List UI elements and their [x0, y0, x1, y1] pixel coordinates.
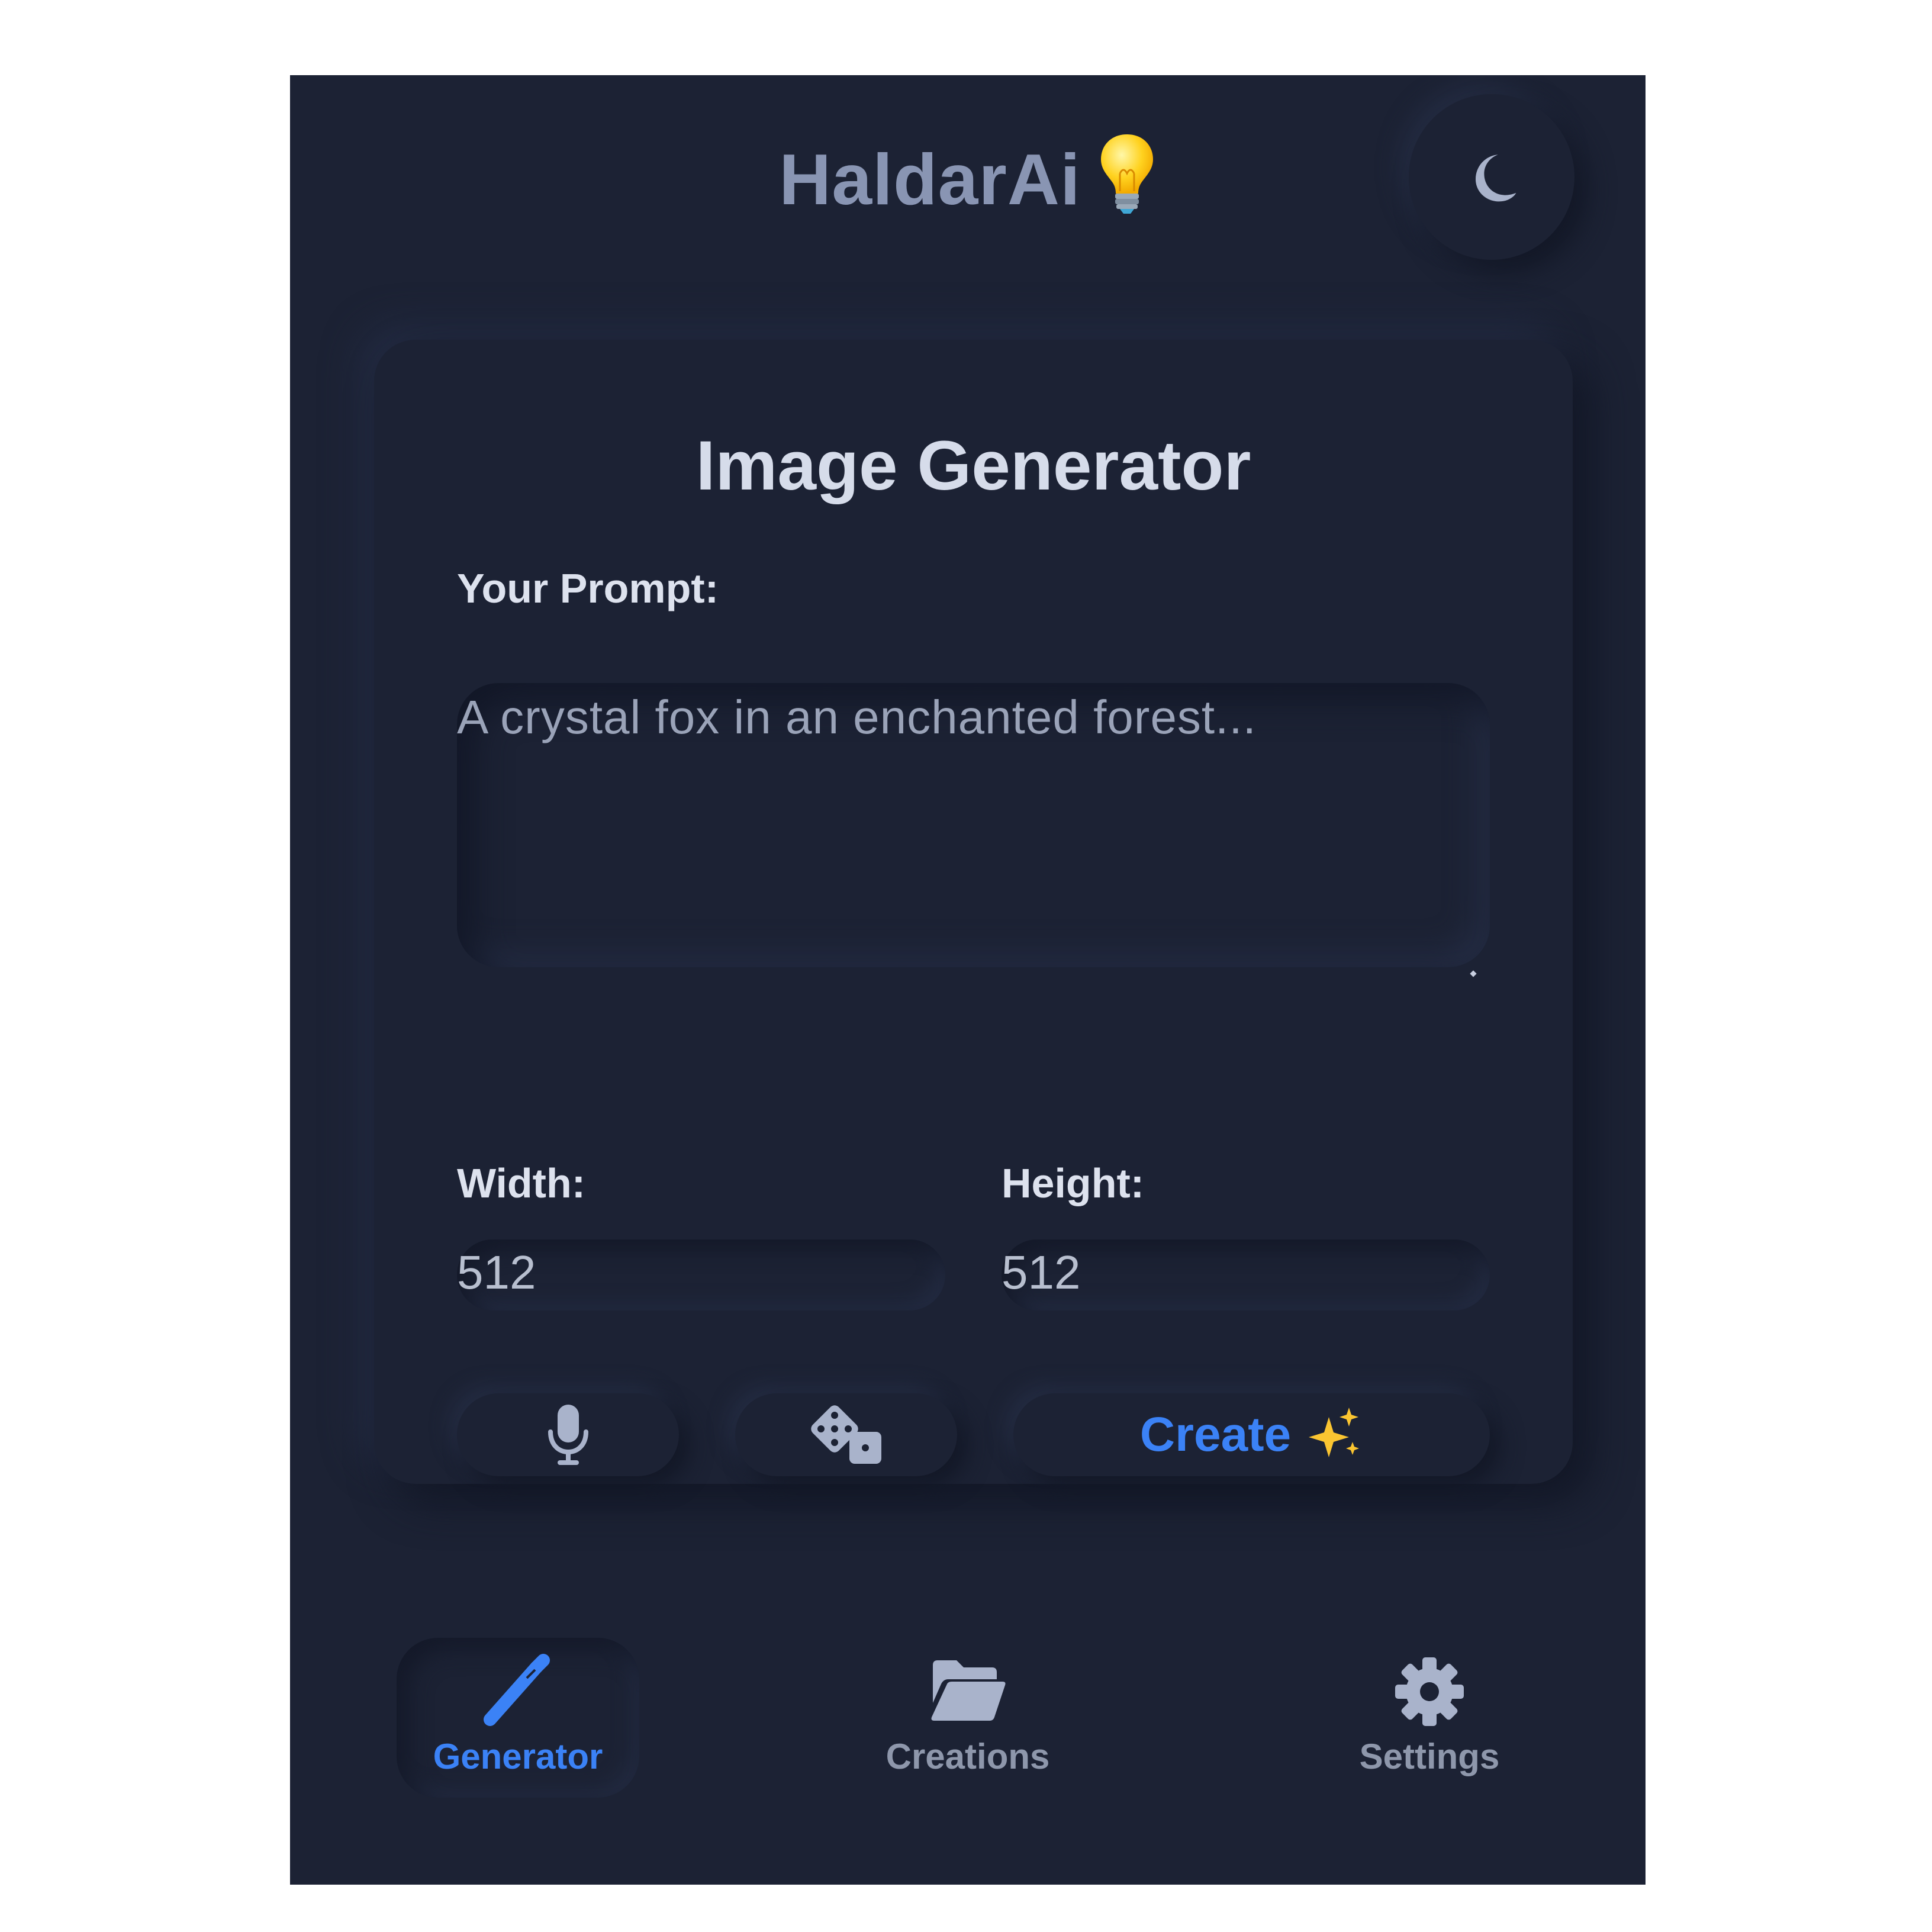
width-value: 512: [457, 1246, 536, 1299]
bottom-nav: Generator Creations Settings: [290, 1638, 1646, 1815]
height-label: Height:: [1002, 1160, 1145, 1206]
nav-item-settings[interactable]: Settings: [1308, 1638, 1551, 1798]
magic-wand-icon: [484, 1654, 550, 1726]
generator-card: Image Generator Your Prompt: A crystal f…: [374, 340, 1573, 1484]
height-value: 512: [1002, 1246, 1081, 1299]
microphone-icon: [548, 1405, 588, 1465]
moon-icon: [1476, 154, 1516, 202]
lightbulb-icon: [1100, 134, 1153, 214]
gear-icon: [1395, 1657, 1464, 1726]
app-window: HaldarAi Image Generator Your Prompt: A …: [290, 75, 1646, 1885]
sparkles-icon: [1309, 1408, 1360, 1457]
theme-toggle-button[interactable]: [1409, 94, 1574, 260]
prompt-textarea[interactable]: A crystal fox in an enchanted forest...: [457, 683, 1490, 967]
resize-handle[interactable]: [1470, 970, 1477, 977]
folder-open-icon: [931, 1660, 1006, 1721]
width-input[interactable]: 512: [457, 1239, 945, 1310]
dice-icon: [810, 1405, 881, 1464]
width-label: Width:: [457, 1160, 586, 1206]
prompt-placeholder: A crystal fox in an enchanted forest...: [457, 691, 1257, 743]
create-button[interactable]: Create: [1013, 1393, 1490, 1476]
nav-item-creations[interactable]: Creations: [846, 1638, 1089, 1798]
height-input[interactable]: 512: [1002, 1239, 1490, 1310]
nav-label-settings: Settings: [1359, 1737, 1500, 1776]
nav-label-generator: Generator: [433, 1737, 603, 1776]
voice-input-button[interactable]: [457, 1393, 679, 1476]
prompt-label: Your Prompt:: [457, 565, 719, 611]
card-title: Image Generator: [695, 427, 1251, 505]
create-label: Create: [1139, 1408, 1292, 1461]
header: HaldarAi: [290, 75, 1646, 271]
brand-name: HaldarAi: [779, 139, 1081, 220]
nav-label-creations: Creations: [886, 1737, 1050, 1776]
nav-item-generator[interactable]: Generator: [397, 1638, 639, 1798]
random-prompt-button[interactable]: [735, 1393, 957, 1476]
